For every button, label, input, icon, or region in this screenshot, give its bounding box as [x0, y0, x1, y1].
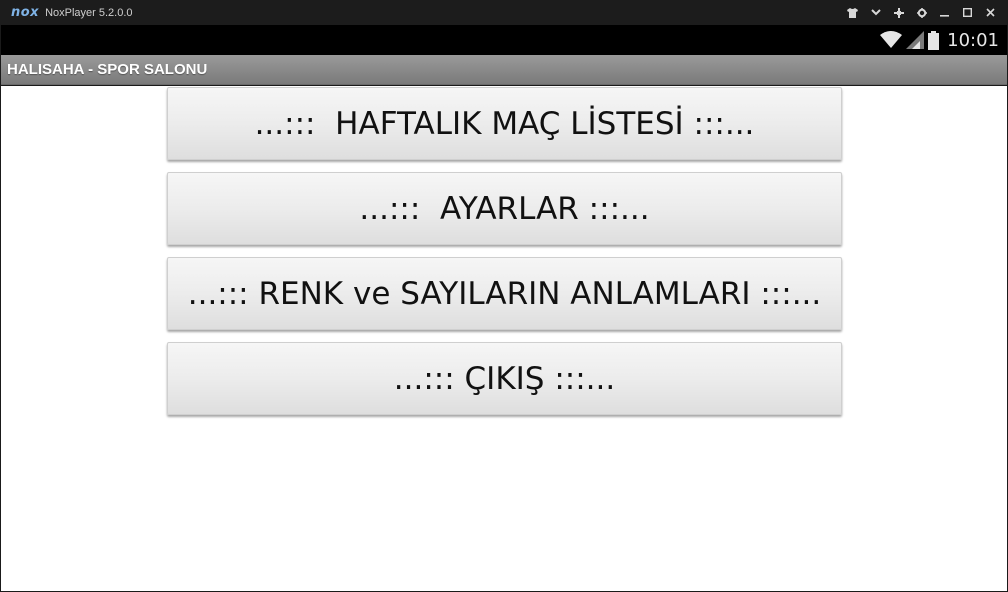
app-action-bar: HALISAHA - SPOR SALONU	[1, 55, 1007, 85]
color-number-meanings-button[interactable]: ...::: RENK ve SAYILARIN ANLAMLARI :::..…	[167, 257, 842, 330]
pin-icon[interactable]	[887, 0, 910, 25]
gear-icon[interactable]	[910, 0, 933, 25]
battery-icon	[928, 30, 940, 50]
app-title: HALISAHA - SPOR SALONU	[7, 61, 208, 78]
main-menu: ...::: HAFTALIK MAÇ LİSTESİ :::... ...::…	[1, 86, 1007, 591]
emulator-titlebar: nox NoxPlayer 5.2.0.0	[0, 0, 1008, 25]
android-status-bar: 10:01	[1, 25, 1007, 55]
maximize-icon[interactable]	[956, 0, 979, 25]
wifi-icon	[880, 31, 903, 49]
shirt-icon[interactable]	[841, 0, 864, 25]
weekly-match-list-button[interactable]: ...::: HAFTALIK MAÇ LİSTESİ :::...	[167, 87, 842, 160]
exit-button[interactable]: ...::: ÇIKIŞ :::...	[167, 342, 842, 415]
nox-logo: nox	[11, 5, 40, 20]
window-title: NoxPlayer 5.2.0.0	[45, 6, 133, 19]
window-controls	[841, 0, 1002, 25]
status-time: 10:01	[947, 29, 999, 51]
minimize-icon[interactable]	[933, 0, 956, 25]
settings-button[interactable]: ...::: AYARLAR :::...	[167, 172, 842, 245]
close-icon[interactable]	[979, 0, 1002, 25]
chevron-down-icon[interactable]	[864, 0, 887, 25]
signal-icon	[906, 31, 925, 49]
